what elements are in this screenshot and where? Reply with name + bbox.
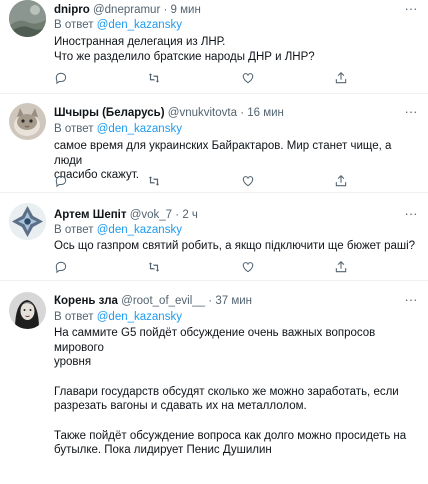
username[interactable]: @vok_7: [130, 209, 172, 221]
reply-context: В ответ @den_kazansky: [54, 310, 182, 325]
avatar-shchyry[interactable]: [9, 103, 46, 140]
username[interactable]: @dnepramur: [93, 4, 160, 16]
mention-link[interactable]: @den_kazansky: [97, 224, 182, 236]
separator-dot: ·: [175, 209, 180, 221]
more-icon[interactable]: ···: [404, 105, 418, 121]
reply-prefix: В ответ: [54, 123, 94, 135]
tweet-4[interactable]: Корень зла @root_of_evil__ · 37 мин ··· …: [0, 281, 428, 484]
text-line: На саммите G5 пойдёт обсуждение очень ва…: [54, 327, 376, 354]
like-icon[interactable]: [241, 174, 255, 188]
text-line: Также пойдёт обсуждение вопроса как долг…: [54, 429, 407, 442]
tweet-text: Иностранная делегация из ЛНР. Что же раз…: [54, 35, 418, 64]
tweet-1[interactable]: dnipro @dnepramur · 9 мин ··· В ответ @d…: [0, 0, 428, 94]
text-line: Иностранная делегация из ЛНР.: [54, 36, 226, 48]
tweet-text: На саммите G5 пойдёт обсуждение очень ва…: [54, 326, 418, 458]
tweet-3[interactable]: Артем Шепіт @vok_7 · 2 ч ··· В ответ @de…: [0, 193, 428, 281]
action-bar: [54, 260, 388, 274]
reply-context: В ответ @den_kazansky: [54, 122, 182, 137]
text-line: бутылке. Пока лидирует Пенис Душилин: [54, 444, 272, 456]
separator-dot: ·: [240, 107, 245, 119]
reply-prefix: В ответ: [54, 224, 94, 236]
display-name[interactable]: Корень зла: [54, 295, 118, 307]
display-name[interactable]: dnipro: [54, 4, 90, 16]
tweet-header: Артем Шепіт @vok_7 · 2 ч: [54, 207, 404, 223]
more-icon[interactable]: ···: [404, 293, 418, 309]
retweet-icon[interactable]: [147, 260, 161, 274]
text-line: самое время для украинских Байрактаров. …: [54, 140, 392, 167]
share-icon[interactable]: [334, 71, 348, 85]
timestamp[interactable]: 2 ч: [182, 209, 198, 221]
reply-context: В ответ @den_kazansky: [54, 223, 182, 238]
tweet-header: Шчыры (Беларусь) @vnukvitovta · 16 мин: [54, 105, 404, 121]
reply-prefix: В ответ: [54, 311, 94, 323]
separator-dot: ·: [163, 4, 168, 16]
action-bar: [54, 174, 388, 188]
tweet-2[interactable]: Шчыры (Беларусь) @vnukvitovta · 16 мин ·…: [0, 94, 428, 193]
tweet-text: Ось що газпром святий робить, а якщо під…: [54, 239, 418, 254]
text-line: уровня: [54, 356, 92, 368]
timestamp[interactable]: 16 мин: [247, 107, 284, 119]
username[interactable]: @root_of_evil__: [121, 295, 205, 307]
avatar-koren-zla[interactable]: [9, 292, 46, 329]
mention-link[interactable]: @den_kazansky: [97, 311, 182, 323]
share-icon[interactable]: [334, 174, 348, 188]
username[interactable]: @vnukvitovta: [168, 107, 237, 119]
share-icon[interactable]: [334, 260, 348, 274]
display-name[interactable]: Артем Шепіт: [54, 209, 126, 221]
text-line: Ось що газпром святий робить, а якщо під…: [54, 240, 416, 252]
reply-prefix: В ответ: [54, 19, 94, 31]
separator-dot: ·: [208, 295, 213, 307]
retweet-icon[interactable]: [147, 174, 161, 188]
tweet-header: dnipro @dnepramur · 9 мин: [54, 2, 404, 18]
like-icon[interactable]: [241, 260, 255, 274]
more-icon[interactable]: ···: [404, 2, 418, 18]
retweet-icon[interactable]: [147, 71, 161, 85]
text-line: Главари государств обсудят сколько же мо…: [54, 385, 399, 398]
reply-context: В ответ @den_kazansky: [54, 18, 182, 33]
avatar-artem[interactable]: [9, 203, 46, 240]
more-icon[interactable]: ···: [404, 207, 418, 223]
avatar-dnipro[interactable]: [9, 0, 46, 37]
reply-icon[interactable]: [54, 174, 68, 188]
action-bar: [54, 71, 388, 85]
text-line: Что же разделило братские народы ДНР и Л…: [54, 50, 315, 63]
tweet-header: Корень зла @root_of_evil__ · 37 мин: [54, 293, 404, 309]
timestamp[interactable]: 37 мин: [215, 295, 252, 307]
reply-icon[interactable]: [54, 260, 68, 274]
mention-link[interactable]: @den_kazansky: [97, 123, 182, 135]
timestamp[interactable]: 9 мин: [171, 4, 201, 16]
display-name[interactable]: Шчыры (Беларусь): [54, 107, 165, 119]
reply-icon[interactable]: [54, 71, 68, 85]
like-icon[interactable]: [241, 71, 255, 85]
text-line: разрезать вагоны и сдавать их на металло…: [54, 400, 307, 412]
mention-link[interactable]: @den_kazansky: [97, 19, 182, 31]
